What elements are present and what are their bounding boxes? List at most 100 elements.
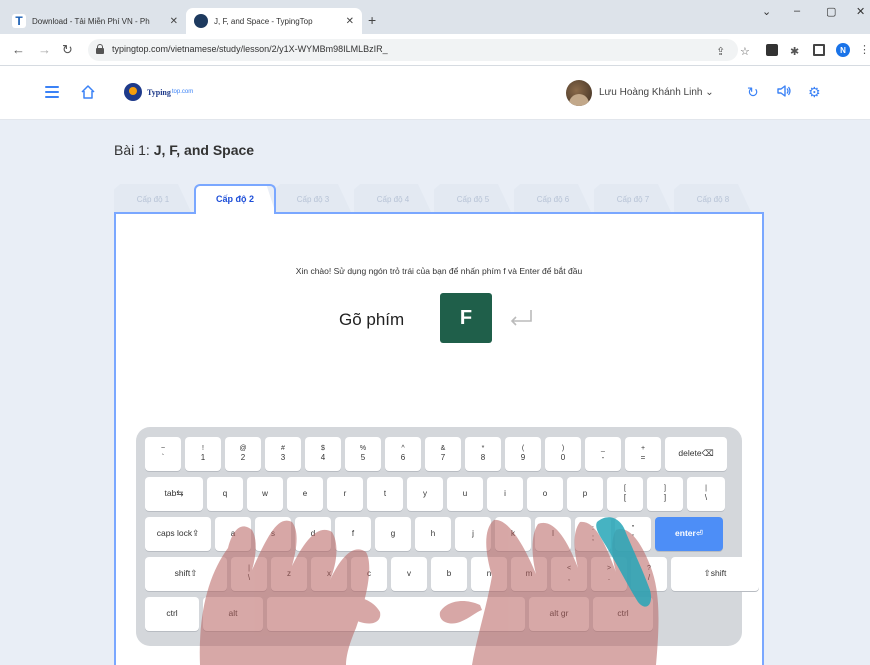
typingtop-logo[interactable]: Typing top.com xyxy=(124,83,193,101)
key-4[interactable]: $4 xyxy=(305,437,341,471)
key-2[interactable]: @2 xyxy=(225,437,261,471)
key-w[interactable]: w xyxy=(247,477,283,511)
key[interactable]: :; xyxy=(575,517,611,551)
key-space[interactable] xyxy=(267,597,525,631)
extension-icon[interactable] xyxy=(766,44,778,56)
key-i[interactable]: i xyxy=(487,477,523,511)
key-shift[interactable]: ⇧shift xyxy=(671,557,759,591)
restart-icon[interactable]: ↻ xyxy=(747,84,759,101)
tab-level-1[interactable]: Cấp độ 1 xyxy=(114,184,192,214)
user-menu[interactable]: Lưu Hoàng Khánh Linh ⌄ xyxy=(599,87,714,98)
tab-level-2-active[interactable]: Cấp độ 2 xyxy=(194,184,276,214)
key[interactable]: >. xyxy=(591,557,627,591)
key-h[interactable]: h xyxy=(415,517,451,551)
close-window-button[interactable]: ✕ xyxy=(856,5,865,18)
tab-search-icon[interactable]: ⌄ xyxy=(762,5,771,18)
key-delete[interactable]: delete⌫ xyxy=(665,437,727,471)
key-y[interactable]: y xyxy=(407,477,443,511)
tab-level-5[interactable]: Cấp độ 5 xyxy=(434,184,512,214)
share-icon[interactable]: ⇪ xyxy=(716,45,725,58)
key-8[interactable]: * 8 xyxy=(465,437,501,471)
hamburger-menu-icon[interactable] xyxy=(45,86,59,98)
key-v[interactable]: v xyxy=(391,557,427,591)
username-text: Lưu Hoàng Khánh Linh xyxy=(599,87,703,98)
key-n[interactable]: n xyxy=(471,557,507,591)
side-panel-icon[interactable] xyxy=(813,44,825,56)
reload-icon[interactable]: ↻ xyxy=(62,42,73,58)
key-label: alt gr xyxy=(549,608,569,619)
key-j[interactable]: j xyxy=(455,517,491,551)
minimize-button[interactable]: – xyxy=(794,5,800,17)
puzzle-extensions-icon[interactable]: ✱ xyxy=(790,45,799,58)
profile-avatar-icon[interactable]: N xyxy=(836,43,850,57)
key[interactable]: " ' xyxy=(615,517,651,551)
key[interactable]: <, xyxy=(551,557,587,591)
key-a[interactable]: a xyxy=(215,517,251,551)
key-caps-lock[interactable]: caps lock⇪ xyxy=(145,517,211,551)
tab-level-4[interactable]: Cấp độ 4 xyxy=(354,184,432,214)
tab-level-8[interactable]: Cấp độ 8 xyxy=(674,184,752,214)
key-z[interactable]: z xyxy=(271,557,307,591)
close-tab-icon[interactable]: ✕ xyxy=(346,16,354,27)
key-m[interactable]: m xyxy=(511,557,547,591)
key-f[interactable]: f xyxy=(335,517,371,551)
sound-icon[interactable] xyxy=(776,84,792,98)
key-tab[interactable]: tab⇆ xyxy=(145,477,203,511)
key-6[interactable]: ^ 6 xyxy=(385,437,421,471)
key-shift[interactable]: shift⇧ xyxy=(145,557,227,591)
key-e[interactable]: e xyxy=(287,477,323,511)
key-alt[interactable]: alt xyxy=(203,597,263,631)
key-g[interactable]: g xyxy=(375,517,411,551)
key-d[interactable]: d xyxy=(295,517,331,551)
key-t[interactable]: t xyxy=(367,477,403,511)
home-icon[interactable] xyxy=(80,84,96,100)
forward-arrow-icon[interactable]: → xyxy=(38,42,51,57)
key-3[interactable]: #3 xyxy=(265,437,301,471)
key[interactable]: ~ ` xyxy=(145,437,181,471)
settings-gear-icon[interactable]: ⚙ xyxy=(808,84,821,101)
key[interactable]: ? / xyxy=(631,557,667,591)
key-alt-gr[interactable]: alt gr xyxy=(529,597,589,631)
key-r[interactable]: r xyxy=(327,477,363,511)
back-arrow-icon[interactable]: ← xyxy=(12,42,25,57)
key[interactable]: ]] xyxy=(647,477,683,511)
key-l[interactable]: l xyxy=(535,517,571,551)
tab-level-7[interactable]: Cấp độ 7 xyxy=(594,184,672,214)
key[interactable]: _ - xyxy=(585,437,621,471)
key-s[interactable]: s xyxy=(255,517,291,551)
browser-tab[interactable]: T Download - Tải Miễn Phí VN - Ph ✕ xyxy=(4,8,186,34)
tab-level-3[interactable]: Cấp độ 3 xyxy=(274,184,352,214)
close-tab-icon[interactable]: ✕ xyxy=(170,16,178,27)
key[interactable]: [[ xyxy=(607,477,643,511)
user-avatar[interactable] xyxy=(566,80,592,106)
new-tab-button[interactable]: + xyxy=(368,12,376,28)
key-c[interactable]: c xyxy=(351,557,387,591)
key-x[interactable]: x xyxy=(311,557,347,591)
key-5[interactable]: % 5 xyxy=(345,437,381,471)
key-enter[interactable]: enter⏎ xyxy=(655,517,723,551)
key-b[interactable]: b xyxy=(431,557,467,591)
key-shift-label: > xyxy=(606,564,612,572)
key-u[interactable]: u xyxy=(447,477,483,511)
key[interactable]: + = xyxy=(625,437,661,471)
browser-tab-active[interactable]: J, F, and Space - TypingTop ✕ xyxy=(186,8,362,34)
key-o[interactable]: o xyxy=(527,477,563,511)
browser-menu-icon[interactable]: ⋮ xyxy=(859,43,870,56)
key-ctrl[interactable]: ctrl xyxy=(145,597,199,631)
maximize-button[interactable]: ▢ xyxy=(826,5,836,18)
key-1[interactable]: ! 1 xyxy=(185,437,221,471)
url-field[interactable]: typingtop.com/vietnamese/study/lesson/2/… xyxy=(88,39,738,61)
key-7[interactable]: & 7 xyxy=(425,437,461,471)
site-header: Typing top.com Lưu Hoàng Khánh Linh ⌄ ↻ … xyxy=(0,66,870,120)
key-k[interactable]: k xyxy=(495,517,531,551)
tab-level-6[interactable]: Cấp độ 6 xyxy=(514,184,592,214)
key-9[interactable]: (9 xyxy=(505,437,541,471)
key-p[interactable]: p xyxy=(567,477,603,511)
bookmark-star-icon[interactable]: ☆ xyxy=(740,45,750,58)
lock-icon[interactable] xyxy=(96,44,104,54)
key-q[interactable]: q xyxy=(207,477,243,511)
key-0[interactable]: ) 0 xyxy=(545,437,581,471)
key[interactable]: | \ xyxy=(687,477,725,511)
key-ctrl[interactable]: ctrl xyxy=(593,597,653,631)
key[interactable]: | \ xyxy=(231,557,267,591)
